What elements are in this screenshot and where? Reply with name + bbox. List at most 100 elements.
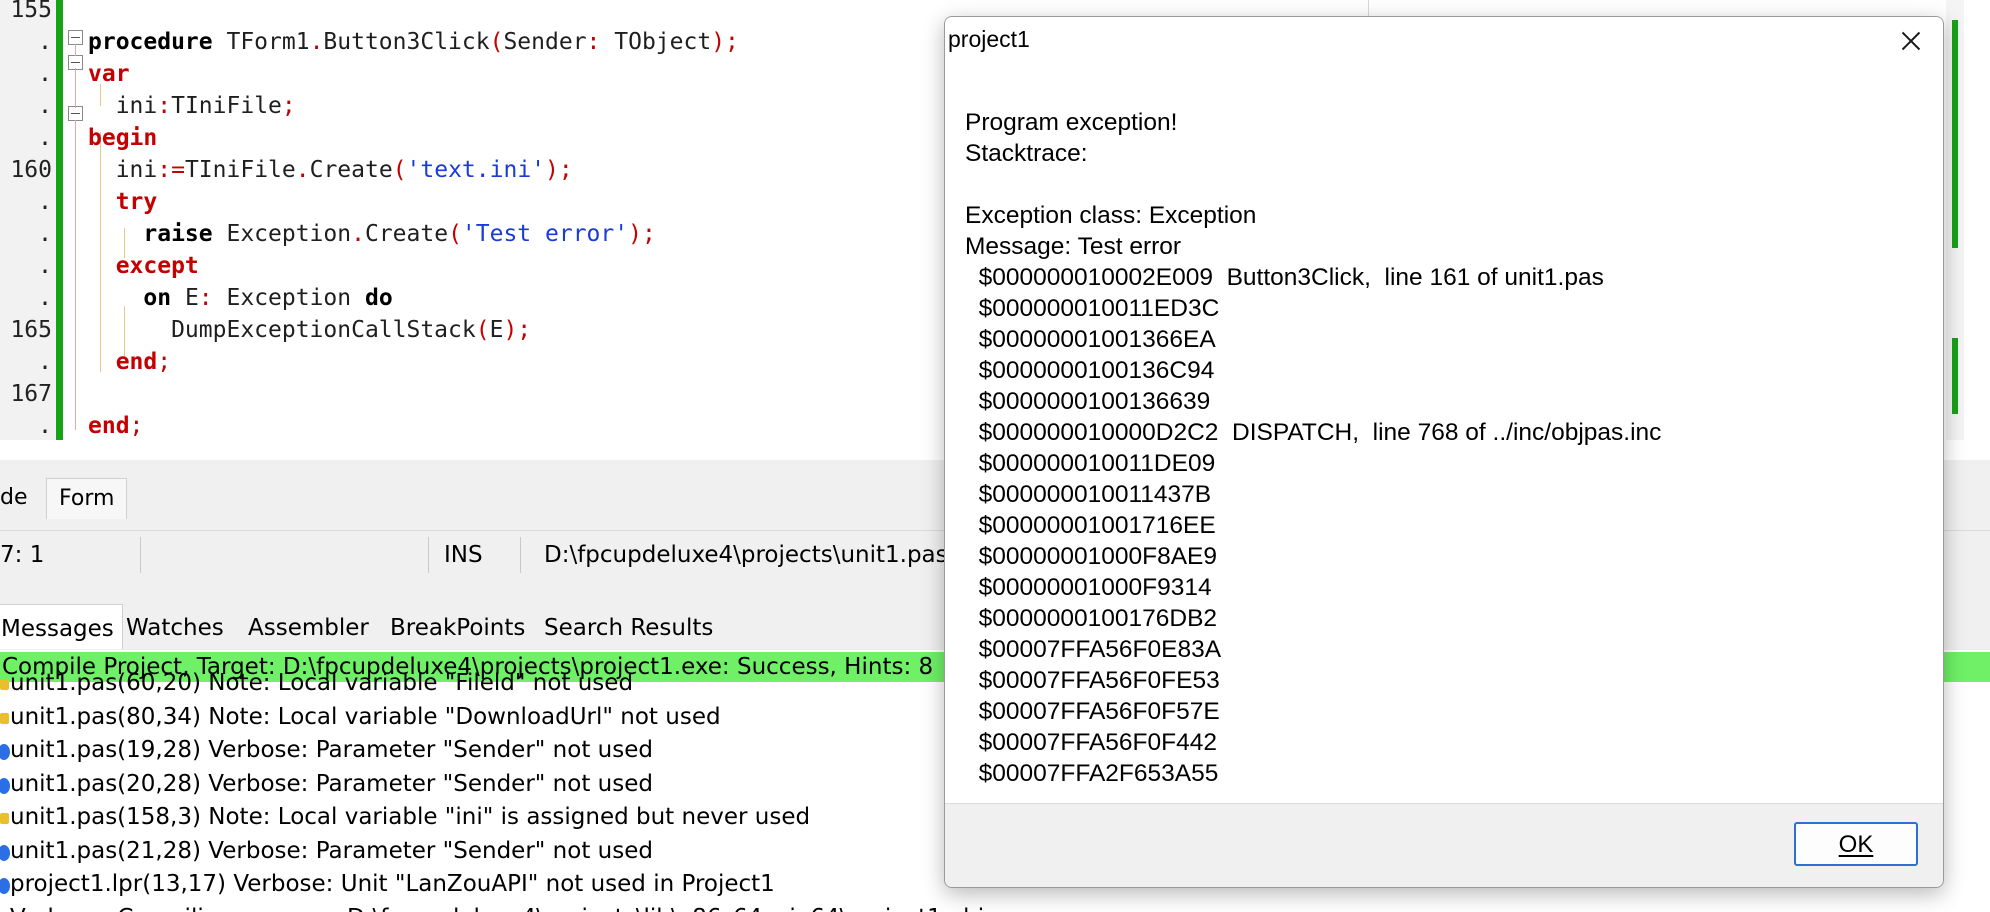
note-icon	[0, 679, 9, 690]
code-token: (	[448, 221, 462, 247]
exception-text-line: $00000001001716EE	[965, 512, 1216, 539]
tab-messages[interactable]: Messages	[0, 604, 123, 649]
change-marker	[1952, 20, 1958, 248]
code-token: Create	[364, 221, 449, 247]
note-icon	[0, 712, 9, 724]
code-token: 'Test error'	[461, 221, 629, 247]
tab-watches[interactable]: Watches	[118, 604, 232, 648]
code-line[interactable]: ini:TIniFile;	[88, 90, 296, 122]
exception-text-line: $00000001001366EA	[965, 326, 1216, 353]
code-token: .	[295, 157, 310, 183]
code-token: TForm1	[212, 29, 310, 55]
code-token: do	[364, 285, 393, 311]
file-path: D:\fpcupdeluxe4\projects\unit1.pas	[544, 542, 948, 568]
message-item[interactable]: Verbose: Compiling resource D:\fpcupdelu…	[10, 902, 984, 912]
tab-breakpoints[interactable]: BreakPoints	[382, 604, 533, 648]
tab-form[interactable]: Form	[46, 478, 128, 519]
verbose-icon	[0, 744, 10, 760]
message-item[interactable]: unit1.pas(60,20) Note: Local variable "F…	[10, 667, 633, 699]
code-token: end	[88, 413, 130, 439]
line-number: .	[38, 93, 52, 119]
tab-search-results[interactable]: Search Results	[536, 604, 721, 648]
line-number: 155	[10, 0, 52, 23]
line-number: .	[38, 29, 52, 55]
code-token: Create	[309, 157, 393, 183]
code-line[interactable]: ini:=TIniFile.Create('text.ini');	[88, 154, 573, 186]
message-item[interactable]: unit1.pas(20,28) Verbose: Parameter "Sen…	[10, 768, 653, 800]
code-token: ;	[129, 413, 144, 439]
status-separator	[140, 537, 141, 573]
message-item[interactable]: unit1.pas(158,3) Note: Local variable "i…	[10, 801, 810, 833]
close-icon[interactable]	[1875, 17, 1943, 65]
code-token: :	[586, 29, 615, 55]
line-number: .	[38, 253, 52, 279]
fold-toggle-procedure[interactable]	[68, 30, 83, 45]
insert-mode: INS	[444, 542, 483, 568]
code-token: raise	[88, 221, 213, 247]
code-token: (	[392, 157, 407, 183]
code-token: Sender	[503, 29, 587, 55]
code-line[interactable]: on E: Exception do	[88, 282, 393, 314]
line-number: .	[38, 413, 52, 439]
fold-guide	[75, 120, 76, 430]
code-token: TObject	[614, 29, 712, 55]
exception-text-line: Message: Test error	[965, 233, 1182, 260]
exception-text-line: $00007FFA56F0FE53	[965, 667, 1220, 694]
message-item[interactable]: unit1.pas(80,34) Note: Local variable "D…	[10, 701, 721, 733]
code-line[interactable]: end;	[88, 346, 171, 378]
code-token: TIniFile	[184, 157, 296, 183]
code-line[interactable]: end;	[88, 410, 143, 440]
message-item[interactable]: project1.lpr(13,17) Verbose: Unit "LanZo…	[10, 868, 775, 900]
exception-message: Program exception! Stacktrace: Exception c…	[965, 107, 1661, 789]
message-item[interactable]: unit1.pas(19,28) Verbose: Parameter "Sen…	[10, 734, 653, 766]
code-token: procedure	[88, 29, 213, 55]
code-token: );	[711, 29, 739, 55]
code-token: try	[88, 189, 158, 215]
line-number: 165	[10, 317, 52, 343]
code-token: );	[628, 221, 656, 247]
code-token: (	[475, 317, 490, 343]
code-token: var	[88, 61, 130, 87]
code-token: );	[503, 317, 532, 343]
code-line[interactable]: procedure TForm1.Button3Click(Sender: TO…	[88, 26, 739, 58]
fold-guide	[75, 44, 76, 56]
exception-text-line: $000000010002E009 Button3Click, line 161…	[965, 264, 1604, 291]
code-line[interactable]: raise Exception.Create('Test error');	[88, 218, 656, 250]
code-token: DumpExceptionCallStack	[88, 317, 476, 343]
verbose-icon	[0, 878, 10, 894]
note-icon	[0, 813, 9, 824]
status-separator	[520, 537, 521, 573]
code-token: begin	[88, 125, 158, 151]
exception-text-line: $00007FFA2F653A55	[965, 760, 1219, 787]
code-token: on	[88, 285, 172, 311]
line-number: .	[38, 221, 52, 247]
line-number: .	[38, 285, 52, 311]
exception-text-line: $0000000100136C94	[965, 357, 1215, 384]
tab-code[interactable]: de	[0, 478, 40, 518]
exception-text-line: $000000010011ED3C	[965, 295, 1220, 322]
fold-toggle-begin[interactable]	[68, 106, 83, 121]
code-token: .	[351, 221, 365, 247]
dialog-title-bar[interactable]: project1	[945, 17, 1943, 65]
code-line[interactable]: try	[88, 186, 158, 218]
dialog-title: project1	[948, 26, 1030, 52]
exception-text-line: $0000000100136639	[965, 388, 1211, 415]
line-number: .	[38, 189, 52, 215]
ok-button[interactable]: OK	[1794, 822, 1918, 866]
line-number: .	[38, 349, 52, 375]
dialog-body: Program exception! Stacktrace: Exception c…	[945, 65, 1943, 803]
tab-assembler[interactable]: Assembler	[240, 604, 377, 648]
code-line[interactable]: except	[88, 250, 199, 282]
code-line[interactable]: DumpExceptionCallStack(E);	[88, 314, 531, 346]
code-token: TIniFile	[171, 93, 282, 119]
code-line[interactable]: begin	[88, 122, 157, 154]
message-item[interactable]: unit1.pas(21,28) Verbose: Parameter "Sen…	[10, 835, 653, 867]
modified-lines-bar	[56, 0, 63, 440]
exception-text-line: $000000010011437B	[965, 481, 1212, 508]
dialog-footer: OK	[945, 803, 1943, 887]
exception-text-line: $0000000100176DB2	[965, 605, 1218, 632]
verbose-icon	[0, 777, 10, 794]
exception-text-line: Stacktrace:	[965, 140, 1088, 167]
code-token: E	[171, 285, 199, 311]
code-line[interactable]: var	[88, 58, 130, 90]
